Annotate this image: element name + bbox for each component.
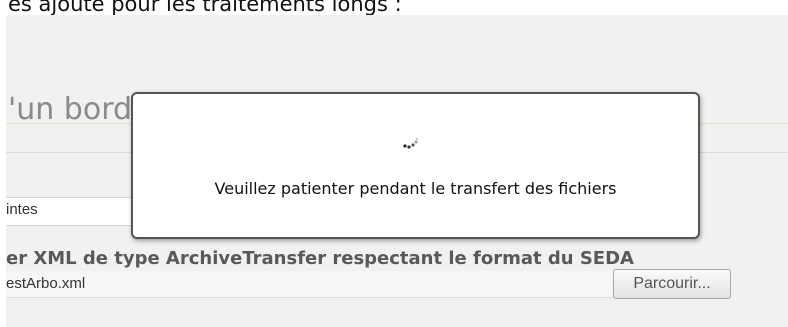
browse-button[interactable]: Parcourir... [613,269,731,299]
loading-dialog: Veuillez patienter pendant le transfert … [131,92,700,239]
top-caption: es ajouté pour les traitements longs : [8,0,402,16]
xml-file-input[interactable] [6,271,612,298]
xml-file-name: estArbo.xml [6,275,86,292]
loading-message: Veuillez patienter pendant le transfert … [214,179,617,198]
loading-spinner-icon [403,138,419,149]
contents-field-value: intes [6,201,38,218]
xml-file-label: er XML de type ArchiveTransfer respectan… [6,248,634,269]
page-heading: 'un borde [8,92,151,127]
